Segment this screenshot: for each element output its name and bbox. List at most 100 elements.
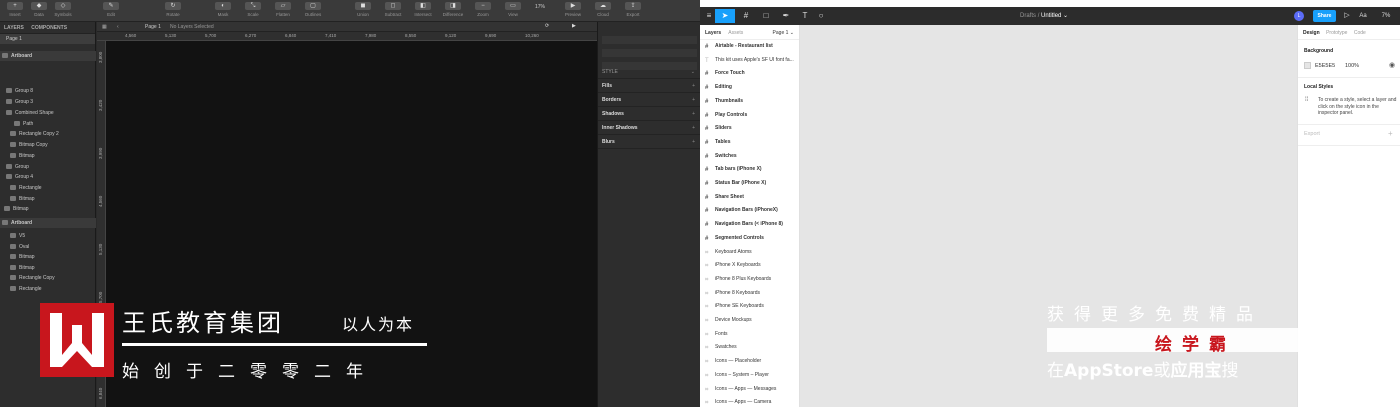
layer-row[interactable]: ⌗ iPhone SE Keyboards: [700, 300, 800, 314]
chevron-down-icon[interactable]: ⌄: [1063, 13, 1068, 19]
share-button[interactable]: Share: [1313, 10, 1336, 22]
toolbar-view-button[interactable]: ▭ View: [500, 2, 526, 20]
layer-row[interactable]: Rectangle Copy: [0, 273, 96, 283]
add-icon[interactable]: +: [692, 139, 695, 145]
add-icon[interactable]: +: [692, 97, 695, 103]
layer-row[interactable]: ⌗ Icons — Apps — Camera: [700, 396, 800, 407]
add-icon[interactable]: +: [692, 83, 695, 89]
toolbar-preview-button[interactable]: ▶ Preview: [560, 2, 586, 20]
layer-row[interactable]: # Play Controls: [700, 109, 800, 123]
inspector-shadows-section[interactable]: Shadows +: [598, 108, 701, 121]
layer-row[interactable]: ⌗ Swatches: [700, 341, 800, 355]
toolbar-data-button[interactable]: ◆ Data: [26, 2, 52, 20]
tab-layers[interactable]: LAYERS: [4, 25, 24, 31]
menu-icon[interactable]: ≡: [703, 9, 715, 23]
play-icon[interactable]: ▶: [572, 23, 576, 29]
toolbar-flatten-button[interactable]: ▱ Flatten: [270, 2, 296, 20]
inspector-fills-section[interactable]: Fills +: [598, 80, 701, 93]
shape-tool-icon[interactable]: □: [758, 9, 774, 23]
zoom-value[interactable]: 17%: [535, 4, 545, 11]
tab-prototype[interactable]: Prototype: [1326, 30, 1347, 36]
layer-row[interactable]: # Tab bars (iPhone X): [700, 163, 800, 177]
toolbar-edit-button[interactable]: ✎ Edit: [98, 2, 124, 20]
layer-row[interactable]: Bitmap: [0, 252, 96, 262]
layer-row[interactable]: ⌗ Device Mockups: [700, 314, 800, 328]
layer-row[interactable]: Group 3: [0, 97, 96, 107]
layer-row[interactable]: ⌗ Icons – System – Player: [700, 369, 800, 383]
tab-code[interactable]: Code: [1354, 30, 1366, 36]
layer-row[interactable]: Combined Shape: [0, 108, 96, 118]
toolbar-difference-button[interactable]: ◨ Difference: [440, 2, 466, 20]
tab-assets[interactable]: Assets: [728, 30, 743, 36]
toolbar-subtract-button[interactable]: ◻ Subtract: [380, 2, 406, 20]
layer-row[interactable]: Bitmap: [0, 263, 96, 273]
page-item[interactable]: Page 1: [0, 34, 95, 44]
layer-row[interactable]: Rectangle: [0, 284, 96, 294]
eye-icon[interactable]: ◉: [1389, 61, 1395, 69]
toolbar-union-button[interactable]: ◼ Union: [350, 2, 376, 20]
layer-row[interactable]: Rectangle Copy 2: [0, 129, 96, 139]
back-icon[interactable]: ‹: [117, 24, 119, 30]
layer-row[interactable]: # Navigation Bars (< iPhone 8): [700, 218, 800, 232]
layer-row[interactable]: # Sliders: [700, 122, 800, 136]
add-icon[interactable]: +: [692, 125, 695, 131]
tab-layers[interactable]: Layers: [705, 30, 721, 36]
toolbar-intersect-button[interactable]: ◧ Intersect: [410, 2, 436, 20]
layer-row[interactable]: # Tables: [700, 136, 800, 150]
toolbar-zoom-button[interactable]: − Zoom: [470, 2, 496, 20]
toolbar-outlines-button[interactable]: ▢ Outlines: [300, 2, 326, 20]
grid-icon[interactable]: ▦: [102, 24, 107, 30]
chevron-down-icon[interactable]: ⌄: [691, 69, 695, 75]
breadcrumb-root[interactable]: Drafts: [1020, 13, 1036, 19]
toolbar-scale-button[interactable]: ⤡ Scale: [240, 2, 266, 20]
frame-tool-icon[interactable]: #: [738, 9, 754, 23]
pen-tool-icon[interactable]: ✒: [778, 9, 794, 23]
layer-row[interactable]: ⌗ iPhone X Keyboards: [700, 259, 800, 273]
comment-tool-icon[interactable]: ○: [814, 9, 828, 23]
toolbar-symbols-button[interactable]: ◇ Symbols: [50, 2, 76, 20]
text-tool-icon[interactable]: T: [798, 9, 812, 23]
layer-row[interactable]: ⌗ iPhone 8 Plus Keyboards: [700, 273, 800, 287]
layer-row[interactable]: # Airtable - Restaurant list: [700, 40, 800, 54]
layer-row[interactable]: ⌗ Keyboard Atoms: [700, 246, 800, 260]
layer-row[interactable]: Path: [0, 119, 96, 129]
inspector-inner-shadows-section[interactable]: Inner Shadows +: [598, 122, 701, 135]
mirror-icon[interactable]: ⟳: [545, 23, 549, 29]
layer-row[interactable]: Rectangle: [0, 183, 96, 193]
layer-row[interactable]: Oval: [0, 242, 96, 252]
layer-row[interactable]: # Share Sheet: [700, 191, 800, 205]
layer-row[interactable]: Artboard: [0, 51, 96, 61]
layer-row[interactable]: Group 4: [0, 172, 96, 182]
inspector-borders-section[interactable]: Borders +: [598, 94, 701, 107]
inspector-style-section[interactable]: STYLE ⌄: [598, 66, 701, 79]
inspector-field-row[interactable]: [602, 49, 697, 57]
layer-row[interactable]: # Switches: [700, 150, 800, 164]
add-icon[interactable]: +: [692, 111, 695, 117]
layer-row[interactable]: Bitmap Copy: [0, 140, 96, 150]
canvas-page-label[interactable]: Page 1: [145, 24, 161, 30]
add-export-icon[interactable]: +: [1388, 129, 1393, 138]
move-tool-icon[interactable]: ➤: [715, 9, 735, 23]
present-icon[interactable]: ▷: [1342, 9, 1352, 23]
layer-row[interactable]: Bitmap: [0, 204, 96, 214]
layer-row[interactable]: ⌗ Icons — Apps — Messages: [700, 383, 800, 397]
toolbar-cloud-button[interactable]: ☁ Cloud: [590, 2, 616, 20]
layer-row[interactable]: Bitmap: [0, 194, 96, 204]
toolbar-export-button[interactable]: ⇪ Export: [620, 2, 646, 20]
layer-row[interactable]: # Editing: [700, 81, 800, 95]
zoom-level[interactable]: 7%: [1376, 9, 1396, 23]
page-selector[interactable]: Page 1 ⌄: [773, 30, 794, 36]
layer-row[interactable]: T This kit uses Apple's SF UI font fa...: [700, 54, 800, 68]
file-name[interactable]: Untitled: [1041, 13, 1061, 19]
layer-row[interactable]: # Status Bar (iPhone X): [700, 177, 800, 191]
layer-row[interactable]: ⌗ Fonts: [700, 328, 800, 342]
layer-row[interactable]: ⌗ Icons — Placeholder: [700, 355, 800, 369]
layer-row[interactable]: Group: [0, 162, 96, 172]
layer-row[interactable]: # Thumbnails: [700, 95, 800, 109]
toolbar-insert-button[interactable]: + Insert: [2, 2, 28, 20]
layer-row[interactable]: # Navigation Bars (iPhoneX): [700, 204, 800, 218]
background-hex[interactable]: E5E5E5: [1315, 63, 1335, 69]
tab-design[interactable]: Design: [1303, 30, 1320, 36]
inspector-field-row[interactable]: [602, 36, 697, 44]
layer-row[interactable]: Bitmap: [0, 151, 96, 161]
